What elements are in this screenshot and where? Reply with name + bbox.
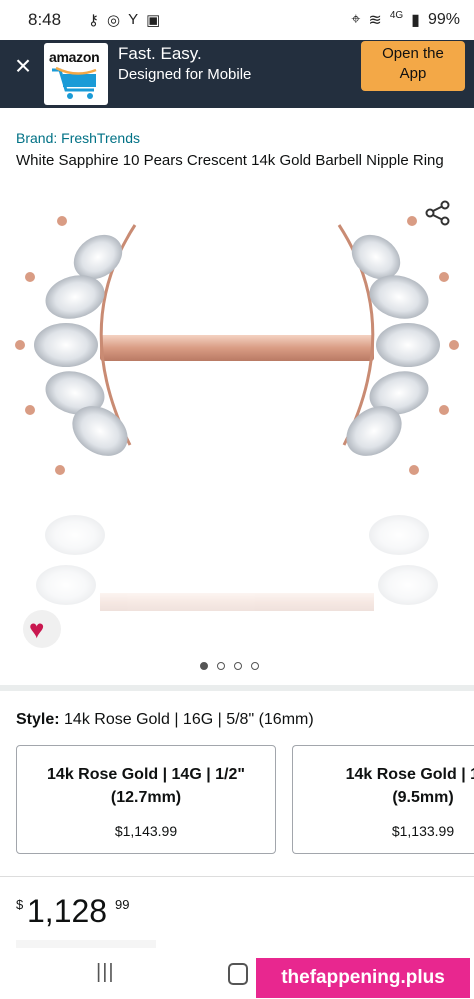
logo-wordmark: amazon [49, 49, 100, 65]
section-divider [0, 685, 474, 691]
option-name: 14k Rose Gold | 14G | 1/2" [47, 766, 245, 783]
home-icon[interactable] [228, 963, 248, 985]
pager-dot[interactable] [251, 662, 259, 670]
product-title: White Sapphire 10 Pears Crescent 14k Gol… [16, 152, 444, 169]
pager-dot[interactable] [200, 662, 208, 670]
style-label: Style: [16, 711, 60, 728]
vector-icon: Y [128, 11, 139, 28]
system-icons: ⌖ ≋ 4G ▮ 99% [351, 10, 460, 30]
open-app-label-2: App [399, 65, 427, 82]
status-bar: 8:48 ⚷ ◎ Y ▣ ⌖ ≋ 4G ▮ 99% [0, 0, 474, 40]
option-price: $1,143.99 [114, 823, 178, 839]
recent-apps-icon[interactable]: ||| [96, 961, 115, 984]
signal-icon: ▮ [411, 12, 420, 29]
price-fraction: 99 [115, 897, 130, 912]
brand-link[interactable]: Brand: FreshTrends [16, 130, 140, 146]
style-value: 14k Rose Gold | 16G | 5/8" (16mm) [64, 711, 314, 728]
gallery-icon: ▣ [146, 12, 161, 29]
price-symbol: $ [16, 897, 24, 912]
network-type: 4G [389, 9, 404, 21]
pager-dot[interactable] [217, 662, 225, 670]
option-size: (9.5mm) [392, 789, 454, 806]
option-size: (12.7mm) [110, 789, 182, 806]
product-reflection [36, 515, 438, 611]
cart-icon [52, 66, 97, 99]
open-app-label-1: Open the [382, 45, 444, 62]
open-app-button[interactable]: Open the App [361, 41, 465, 91]
product-image[interactable] [0, 205, 474, 655]
pager-dot[interactable] [234, 662, 242, 670]
clock: 8:48 [28, 10, 62, 29]
style-option[interactable]: 14k Rose Gold | 14G (9.5mm) $1,133.99 [292, 745, 474, 854]
amazon-logo: amazon [44, 43, 108, 105]
wishlist-button[interactable]: ♥ [23, 610, 61, 648]
wifi-icon: ≋ [368, 12, 382, 29]
style-selection: Style: 14k Rose Gold | 16G | 5/8" (16mm) [16, 711, 314, 729]
vpn-key-icon: ⚷ [88, 12, 99, 29]
cut-off-text [16, 940, 156, 948]
section-divider [0, 876, 474, 877]
app-banner: × amazon Fast. Easy. Designed for Mobile… [0, 40, 474, 108]
style-option[interactable]: 14k Rose Gold | 14G | 1/2" (12.7mm) $1,1… [16, 745, 276, 854]
option-name: 14k Rose Gold | 14G [345, 766, 474, 783]
notification-icons: ⚷ ◎ Y ▣ [88, 11, 160, 29]
location-icon: ⌖ [351, 11, 361, 28]
close-icon[interactable]: × [10, 52, 36, 80]
barbell [100, 335, 374, 361]
option-price: $1,133.99 [391, 823, 455, 839]
instagram-icon: ◎ [107, 12, 121, 29]
banner-headline: Fast. Easy. [118, 44, 202, 63]
image-pager[interactable] [200, 662, 259, 670]
heart-icon: ♥ [29, 614, 45, 644]
banner-subline: Designed for Mobile [118, 66, 252, 83]
watermark: thefappening.plus [256, 958, 470, 998]
price-whole: 1,128 [27, 893, 108, 929]
battery-level: 99% [427, 11, 460, 28]
